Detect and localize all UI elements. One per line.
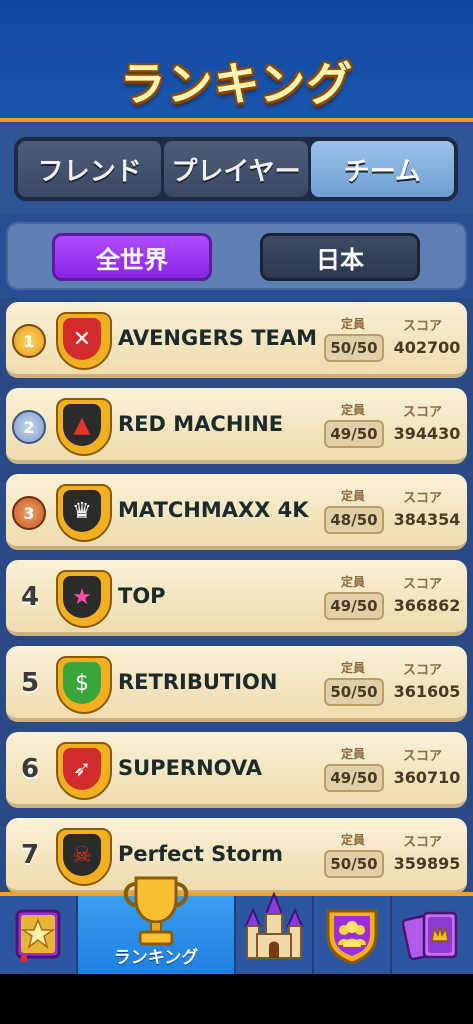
region-toggle: 全世界 日本 bbox=[6, 222, 467, 290]
capacity-label: 定員 bbox=[341, 403, 366, 417]
rank-bronze-medal: 3 bbox=[12, 496, 46, 530]
capacity-value: 49/50 bbox=[324, 420, 384, 448]
nav-ranking[interactable]: ランキング bbox=[78, 876, 236, 974]
star-icon: ★ bbox=[63, 576, 101, 618]
score-label: スコア bbox=[403, 491, 443, 506]
score-label: スコア bbox=[403, 749, 443, 764]
category-tabs: フレンド プレイヤー チーム bbox=[14, 137, 458, 201]
skull-icon: ☠ bbox=[63, 834, 101, 876]
score-value: 384354 bbox=[393, 510, 461, 529]
rank-number: 4 bbox=[20, 582, 40, 612]
rank-number: 6 bbox=[20, 754, 40, 784]
nav-team[interactable] bbox=[314, 896, 392, 974]
capacity-label: 定員 bbox=[341, 575, 366, 589]
score-value: 394430 bbox=[393, 424, 461, 443]
team-badge: ★ bbox=[56, 570, 112, 630]
team-name: AVENGERS TEAM bbox=[118, 326, 318, 350]
team-row[interactable]: 1 ✕ AVENGERS TEAM 定員 50/50 スコア 402700 bbox=[6, 302, 467, 378]
rank-number: 5 bbox=[20, 668, 40, 698]
rank-number: 7 bbox=[20, 840, 40, 870]
money-bag-icon: $ bbox=[63, 662, 101, 704]
team-row[interactable]: 5 $ RETRIBUTION 定員 50/50 スコア 361605 bbox=[6, 646, 467, 722]
score-value: 360710 bbox=[393, 768, 461, 787]
team-badge: ➶ bbox=[56, 742, 112, 802]
capacity-label: 定員 bbox=[341, 489, 366, 503]
tab-team[interactable]: チーム bbox=[310, 141, 454, 197]
team-shield-icon bbox=[326, 909, 378, 965]
capacity-value: 50/50 bbox=[324, 850, 384, 878]
capacity-label: 定員 bbox=[341, 661, 366, 675]
capacity-value: 49/50 bbox=[324, 764, 384, 792]
score-value: 366862 bbox=[393, 596, 461, 615]
team-row[interactable]: 7 ☠ Perfect Storm 定員 50/50 スコア 359895 bbox=[6, 818, 467, 892]
score-label: スコア bbox=[403, 663, 443, 678]
team-badge: $ bbox=[56, 656, 112, 716]
score-value: 361605 bbox=[393, 682, 461, 701]
score-label: スコア bbox=[403, 835, 443, 850]
region-world-button[interactable]: 全世界 bbox=[52, 233, 212, 281]
rank-gold-medal: 1 bbox=[12, 324, 46, 358]
score-value: 402700 bbox=[393, 338, 461, 357]
rocket-icon: ➶ bbox=[63, 748, 101, 790]
nav-cards[interactable] bbox=[392, 896, 473, 974]
team-name: RETRIBUTION bbox=[118, 670, 278, 694]
trophy-icon bbox=[123, 876, 189, 946]
system-bar bbox=[0, 974, 473, 1024]
crown-icon: ♛ bbox=[63, 490, 101, 532]
team-name: Perfect Storm bbox=[118, 842, 283, 866]
capacity-value: 50/50 bbox=[324, 334, 384, 362]
flame-icon: ▲ bbox=[63, 404, 101, 446]
crossed-swords-icon: ✕ bbox=[63, 318, 101, 360]
team-badge: ♛ bbox=[56, 484, 112, 544]
ranking-screen: ランキング フレンド プレイヤー チーム 全世界 日本 1 ✕ AVENGERS… bbox=[0, 0, 473, 1024]
team-row[interactable]: 2 ▲ RED MACHINE 定員 49/50 スコア 394430 bbox=[6, 388, 467, 464]
team-badge: ▲ bbox=[56, 398, 112, 458]
capacity-value: 50/50 bbox=[324, 678, 384, 706]
team-name: SUPERNOVA bbox=[118, 756, 263, 780]
capacity-label: 定員 bbox=[341, 317, 366, 331]
team-name: TOP bbox=[118, 584, 166, 608]
bottom-nav: ランキング bbox=[0, 876, 473, 974]
capacity-value: 48/50 bbox=[324, 506, 384, 534]
nav-ranking-label: ランキング bbox=[113, 948, 199, 968]
team-row[interactable]: 3 ♛ MATCHMAXX 4K 定員 48/50 スコア 384354 bbox=[6, 474, 467, 550]
team-name: MATCHMAXX 4K bbox=[118, 498, 309, 522]
header: ランキング bbox=[0, 0, 473, 122]
tab-friends[interactable]: フレンド bbox=[18, 141, 162, 197]
team-badge: ☠ bbox=[56, 828, 112, 888]
team-name: RED MACHINE bbox=[118, 412, 284, 436]
region-japan-button[interactable]: 日本 bbox=[260, 233, 420, 281]
cards-icon bbox=[401, 911, 457, 961]
team-row[interactable]: 6 ➶ SUPERNOVA 定員 49/50 スコア 360710 bbox=[6, 732, 467, 808]
nav-star-book[interactable] bbox=[0, 896, 78, 974]
rank-silver-medal: 2 bbox=[12, 410, 46, 444]
team-row[interactable]: 4 ★ TOP 定員 49/50 スコア 366862 bbox=[6, 560, 467, 636]
castle-icon bbox=[244, 892, 304, 959]
star-book-icon bbox=[15, 909, 61, 962]
score-label: スコア bbox=[403, 319, 443, 334]
page-title: ランキング bbox=[119, 57, 354, 111]
score-value: 359895 bbox=[393, 854, 461, 873]
category-tabs-bar: フレンド プレイヤー チーム bbox=[0, 126, 473, 214]
team-ranking-list[interactable]: 1 ✕ AVENGERS TEAM 定員 50/50 スコア 402700 2 … bbox=[0, 298, 473, 892]
tab-players[interactable]: プレイヤー bbox=[164, 141, 308, 197]
nav-castle[interactable] bbox=[236, 892, 314, 974]
score-label: スコア bbox=[403, 577, 443, 592]
capacity-label: 定員 bbox=[341, 747, 366, 761]
score-label: スコア bbox=[403, 405, 443, 420]
team-badge: ✕ bbox=[56, 312, 112, 372]
capacity-label: 定員 bbox=[341, 833, 366, 847]
capacity-value: 49/50 bbox=[324, 592, 384, 620]
